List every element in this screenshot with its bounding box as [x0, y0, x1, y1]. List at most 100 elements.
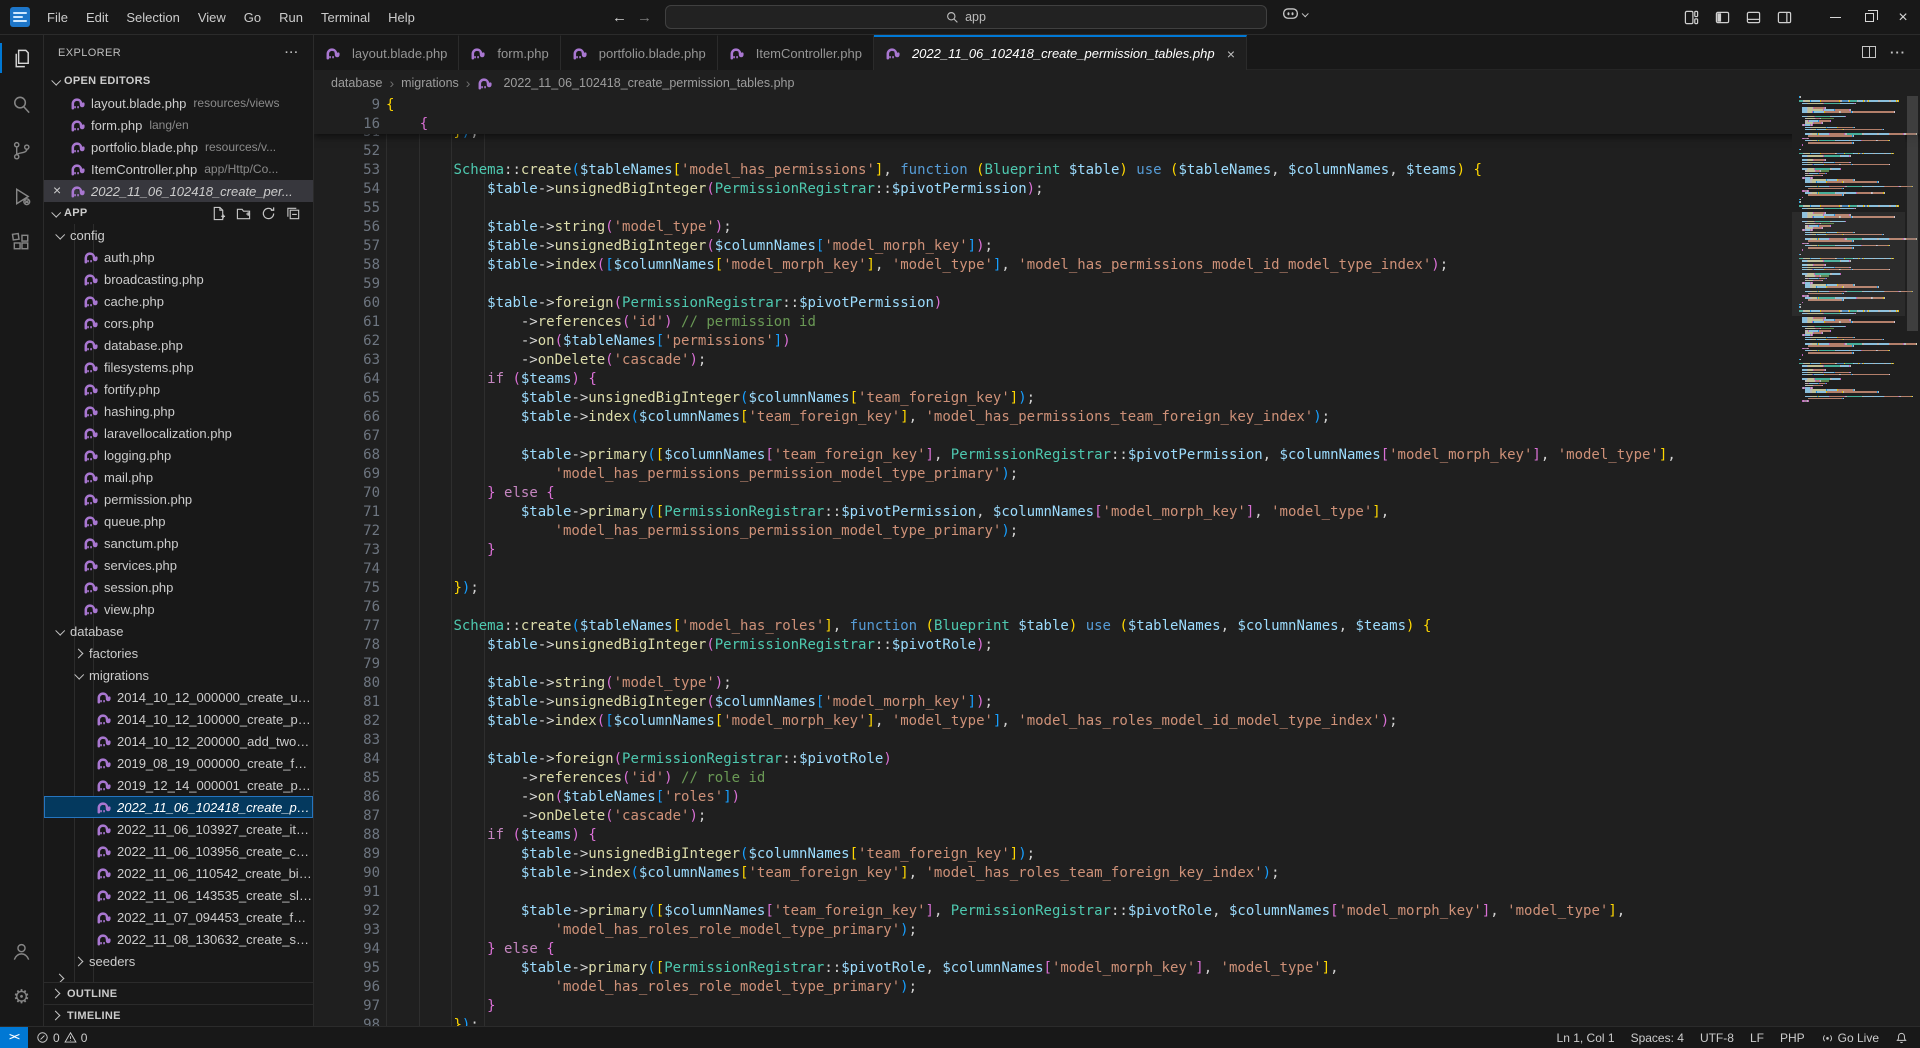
tree-item[interactable]: 2019_08_19_000000_create_faile...	[44, 752, 313, 774]
extensions-activity-icon[interactable]	[0, 219, 44, 265]
customize-layout-icon[interactable]	[1684, 10, 1699, 25]
menu-run[interactable]: Run	[270, 0, 312, 35]
tree-folder-migrations[interactable]: migrations	[44, 664, 313, 686]
section-outline[interactable]: OUTLINE	[44, 982, 313, 1004]
tree-item[interactable]: 2022_11_08_130632_create_settin...	[44, 928, 313, 950]
eol-sequence[interactable]: LF	[1742, 1027, 1772, 1048]
cursor-position[interactable]: Ln 1, Col 1	[1549, 1027, 1623, 1048]
section-timeline[interactable]: TIMELINE	[44, 1004, 313, 1026]
tree-folder-database[interactable]: database	[44, 620, 313, 642]
close-window-button[interactable]: ×	[1886, 0, 1920, 35]
menu-file[interactable]: File	[38, 0, 77, 35]
tree-folder-seeders[interactable]: seeders	[44, 950, 313, 972]
tree-folder-factories[interactable]: factories	[44, 642, 313, 664]
code-editor[interactable]: 51 });5253 Schema::create($tableNames['m…	[314, 96, 1920, 1026]
tree-item[interactable]: queue.php	[44, 510, 313, 532]
tree-item[interactable]: mail.php	[44, 466, 313, 488]
new-folder-icon[interactable]	[236, 206, 251, 221]
open-editor-item[interactable]: portfolio.blade.phpresources/v...	[44, 136, 313, 158]
tree-item[interactable]: 2014_10_12_100000_create_pass...	[44, 708, 313, 730]
editor-scrollbar[interactable]	[1905, 96, 1920, 1026]
breadcrumb-file[interactable]: 2022_11_06_102418_create_permission_tabl…	[477, 76, 794, 91]
open-editor-item[interactable]: form.phplang/en	[44, 114, 313, 136]
editor-more-actions-icon[interactable]: ···	[1890, 45, 1906, 60]
tree-folder-config[interactable]: config	[44, 224, 313, 246]
editor-tab[interactable]: form.php	[459, 35, 560, 70]
tree-item[interactable]: session.php	[44, 576, 313, 598]
tree-item[interactable]: laravellocalization.php	[44, 422, 313, 444]
open-editor-item[interactable]: ItemController.phpapp/Http/Co...	[44, 158, 313, 180]
go-live-button[interactable]: Go Live	[1813, 1027, 1887, 1048]
forward-arrow-icon[interactable]: →	[637, 9, 652, 26]
editor-tab[interactable]: layout.blade.php	[314, 35, 459, 70]
remote-indicator[interactable]: ><	[0, 1027, 28, 1048]
menu-help[interactable]: Help	[379, 0, 424, 35]
indentation[interactable]: Spaces: 4	[1623, 1027, 1692, 1048]
workspace-root-header[interactable]: APP	[44, 202, 313, 224]
tab-close-icon[interactable]: ×	[1227, 46, 1235, 62]
editor-tab[interactable]: 2022_11_06_102418_create_permission_tabl…	[874, 35, 1247, 70]
encoding[interactable]: UTF-8	[1692, 1027, 1742, 1048]
tree-item[interactable]: sanctum.php	[44, 532, 313, 554]
tree-item[interactable]: broadcasting.php	[44, 268, 313, 290]
back-arrow-icon[interactable]: ←	[612, 9, 627, 26]
tree-item[interactable]: hashing.php	[44, 400, 313, 422]
menu-selection[interactable]: Selection	[117, 0, 188, 35]
tree-item[interactable]: auth.php	[44, 246, 313, 268]
command-center-search[interactable]: app	[665, 5, 1267, 29]
tree-item[interactable]: 2022_11_06_102418_create_permi...	[44, 796, 313, 818]
explorer-activity-icon[interactable]	[0, 35, 44, 81]
menu-terminal[interactable]: Terminal	[312, 0, 379, 35]
search-activity-icon[interactable]	[0, 81, 44, 127]
tree-item[interactable]: cache.php	[44, 290, 313, 312]
menu-edit[interactable]: Edit	[77, 0, 117, 35]
minimap-slider[interactable]	[1792, 212, 1905, 316]
tree-item[interactable]: 2014_10_12_000000_create_users_...	[44, 686, 313, 708]
explorer-more-actions[interactable]: ···	[285, 47, 299, 59]
close-editor-icon[interactable]: ×	[53, 182, 61, 198]
tree-item[interactable]: database.php	[44, 334, 313, 356]
problems-indicator[interactable]: 0 0	[28, 1027, 95, 1048]
tree-item[interactable]: 2022_11_06_110542_create_bids_t...	[44, 862, 313, 884]
breadcrumb-item[interactable]: migrations	[401, 76, 459, 90]
minimize-button[interactable]	[1818, 0, 1852, 35]
scrollbar-thumb[interactable]	[1907, 96, 1918, 331]
open-editor-item[interactable]: ×2022_11_06_102418_create_per...	[44, 180, 313, 202]
settings-gear-icon[interactable]: ⚙	[0, 974, 44, 1020]
tree-item[interactable]: 2014_10_12_200000_add_two_fac...	[44, 730, 313, 752]
open-editors-header[interactable]: OPEN EDITORS	[44, 70, 313, 92]
minimap[interactable]	[1792, 96, 1905, 1026]
open-editor-item[interactable]: layout.blade.phpresources/views	[44, 92, 313, 114]
collapse-all-icon[interactable]	[286, 206, 301, 221]
menu-view[interactable]: View	[189, 0, 235, 35]
new-file-icon[interactable]	[211, 206, 226, 221]
account-icon[interactable]	[0, 928, 44, 974]
split-editor-icon[interactable]	[1862, 46, 1876, 58]
copilot-button[interactable]	[1282, 7, 1307, 21]
breadcrumb-item[interactable]: database	[331, 76, 382, 90]
tree-item[interactable]: logging.php	[44, 444, 313, 466]
tree-item[interactable]: fortify.php	[44, 378, 313, 400]
source-control-activity-icon[interactable]	[0, 127, 44, 173]
restore-button[interactable]	[1852, 0, 1886, 35]
tree-item[interactable]: cors.php	[44, 312, 313, 334]
tree-item[interactable]: 2019_12_14_000001_create_perso...	[44, 774, 313, 796]
editor-tab[interactable]: ItemController.php	[718, 35, 874, 70]
menu-go[interactable]: Go	[235, 0, 270, 35]
toggle-secondary-sidebar-icon[interactable]	[1777, 10, 1792, 25]
tree-item[interactable]: view.php	[44, 598, 313, 620]
run-debug-activity-icon[interactable]	[0, 173, 44, 219]
editor-tab[interactable]: portfolio.blade.php	[561, 35, 718, 70]
tree-item[interactable]: permission.php	[44, 488, 313, 510]
tree-item[interactable]: filesystems.php	[44, 356, 313, 378]
tree-folder-item[interactable]	[44, 972, 313, 982]
notifications-bell[interactable]	[1887, 1027, 1920, 1048]
toggle-primary-sidebar-icon[interactable]	[1715, 10, 1730, 25]
tree-item[interactable]: 2022_11_06_103956_create_categ...	[44, 840, 313, 862]
tree-item[interactable]: 2022_11_06_103927_create_items...	[44, 818, 313, 840]
tree-item[interactable]: 2022_11_07_094453_create_feed...	[44, 906, 313, 928]
tree-item[interactable]: 2022_11_06_143535_create_slider...	[44, 884, 313, 906]
language-mode[interactable]: PHP	[1772, 1027, 1813, 1048]
refresh-icon[interactable]	[261, 206, 276, 221]
tree-item[interactable]: services.php	[44, 554, 313, 576]
